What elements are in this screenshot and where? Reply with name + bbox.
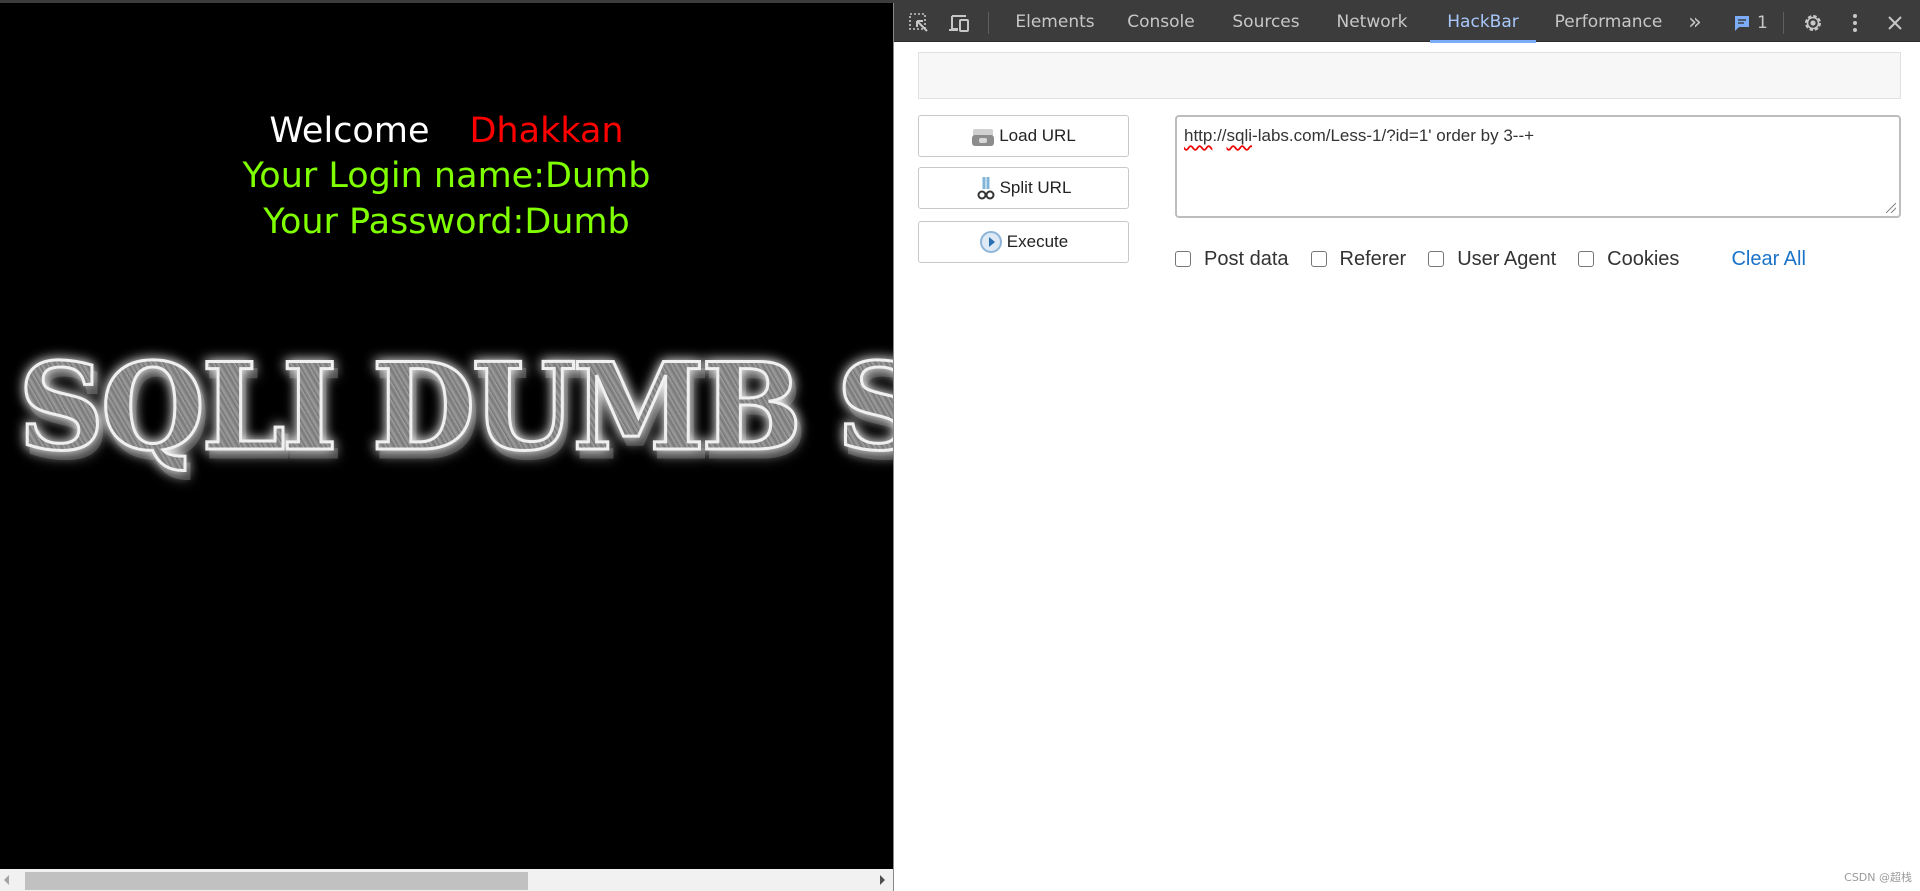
user-agent-option[interactable]: User Agent (1428, 248, 1556, 271)
devtools-panel: Elements Console Sources Network HackBar… (893, 3, 1920, 891)
url-textarea[interactable]: http://sqli-labs.com/Less-1/?id=1' order… (1175, 115, 1901, 218)
split-url-button[interactable]: Split URL (918, 167, 1129, 209)
execute-button[interactable]: Execute (918, 221, 1129, 263)
option-label: Post data (1204, 247, 1289, 270)
url-text-part: http (1184, 126, 1213, 145)
referer-checkbox[interactable] (1310, 251, 1327, 267)
execute-label: Execute (1006, 232, 1069, 251)
tab-console[interactable]: Console (1122, 3, 1200, 42)
password-line: Your Password:Dumb (263, 202, 630, 242)
more-options-icon[interactable] (1844, 12, 1866, 34)
welcome-label: Welcome (269, 111, 430, 151)
load-url-button[interactable]: Load URL (918, 115, 1129, 157)
tab-performance[interactable]: Performance (1551, 3, 1666, 42)
play-icon (979, 231, 1002, 253)
load-url-icon (972, 129, 995, 146)
post-data-option[interactable]: Post data (1175, 248, 1289, 271)
cookies-checkbox[interactable] (1578, 251, 1595, 267)
scroll-right-icon[interactable] (880, 875, 885, 885)
issues-count: 1 (1757, 13, 1768, 33)
tab-network[interactable]: Network (1331, 3, 1413, 42)
post-data-checkbox[interactable] (1175, 251, 1191, 267)
user-agent-checkbox[interactable] (1428, 251, 1445, 267)
toolbar-separator (988, 12, 989, 34)
watermark: CSDN @超栈 (1844, 871, 1912, 884)
toolbar-separator (1783, 12, 1784, 34)
message-icon (1735, 16, 1749, 31)
load-url-label: Load URL (999, 126, 1076, 145)
referer-option[interactable]: Referer (1310, 247, 1407, 271)
horizontal-scrollbar[interactable] (0, 869, 893, 891)
settings-gear-icon[interactable] (1802, 12, 1824, 34)
option-label: User Agent (1457, 247, 1557, 270)
scrollbar-thumb[interactable] (25, 872, 528, 890)
url-text-part: sqli (1226, 126, 1253, 145)
device-toolbar-icon[interactable] (948, 12, 970, 34)
hackbar-options: Post data Referer User Agent Cookies Cle… (1175, 246, 1806, 272)
welcome-name: Dhakkan (469, 111, 624, 151)
split-url-label: Split URL (999, 178, 1072, 197)
login-name-line: Your Login name:Dumb (242, 156, 651, 196)
clear-all-link[interactable]: Clear All (1731, 248, 1805, 271)
resize-handle[interactable] (1886, 203, 1896, 213)
option-label: Referer (1339, 247, 1407, 270)
url-text-part: :// (1212, 126, 1227, 145)
tab-sources[interactable]: Sources (1226, 3, 1306, 42)
scissors-icon (977, 177, 995, 200)
issues-badge[interactable]: 1 (1733, 12, 1768, 34)
welcome-line: Welcome Dhakkan (0, 109, 893, 153)
hackbar-header-box (918, 52, 1901, 99)
devtools-toolbar: Elements Console Sources Network HackBar… (894, 3, 1920, 43)
tab-hackbar[interactable]: HackBar (1430, 3, 1536, 43)
tab-elements[interactable]: Elements (1014, 3, 1096, 42)
close-devtools-icon[interactable] (1884, 12, 1906, 34)
sqli-dumb-banner: SQLI DUMB SERIES (16, 341, 893, 474)
url-text-part: -labs.com/Less-1/?id=1' order by 3--+ (1252, 126, 1535, 145)
web-page: Welcome Dhakkan Your Login name:Dumb Your… (0, 3, 893, 869)
cookies-option[interactable]: Cookies (1578, 248, 1679, 271)
scroll-left-icon[interactable] (4, 875, 9, 885)
inspect-element-icon[interactable] (908, 12, 930, 34)
option-label: Cookies (1607, 247, 1680, 270)
more-tabs-icon[interactable]: » (1680, 3, 1710, 42)
